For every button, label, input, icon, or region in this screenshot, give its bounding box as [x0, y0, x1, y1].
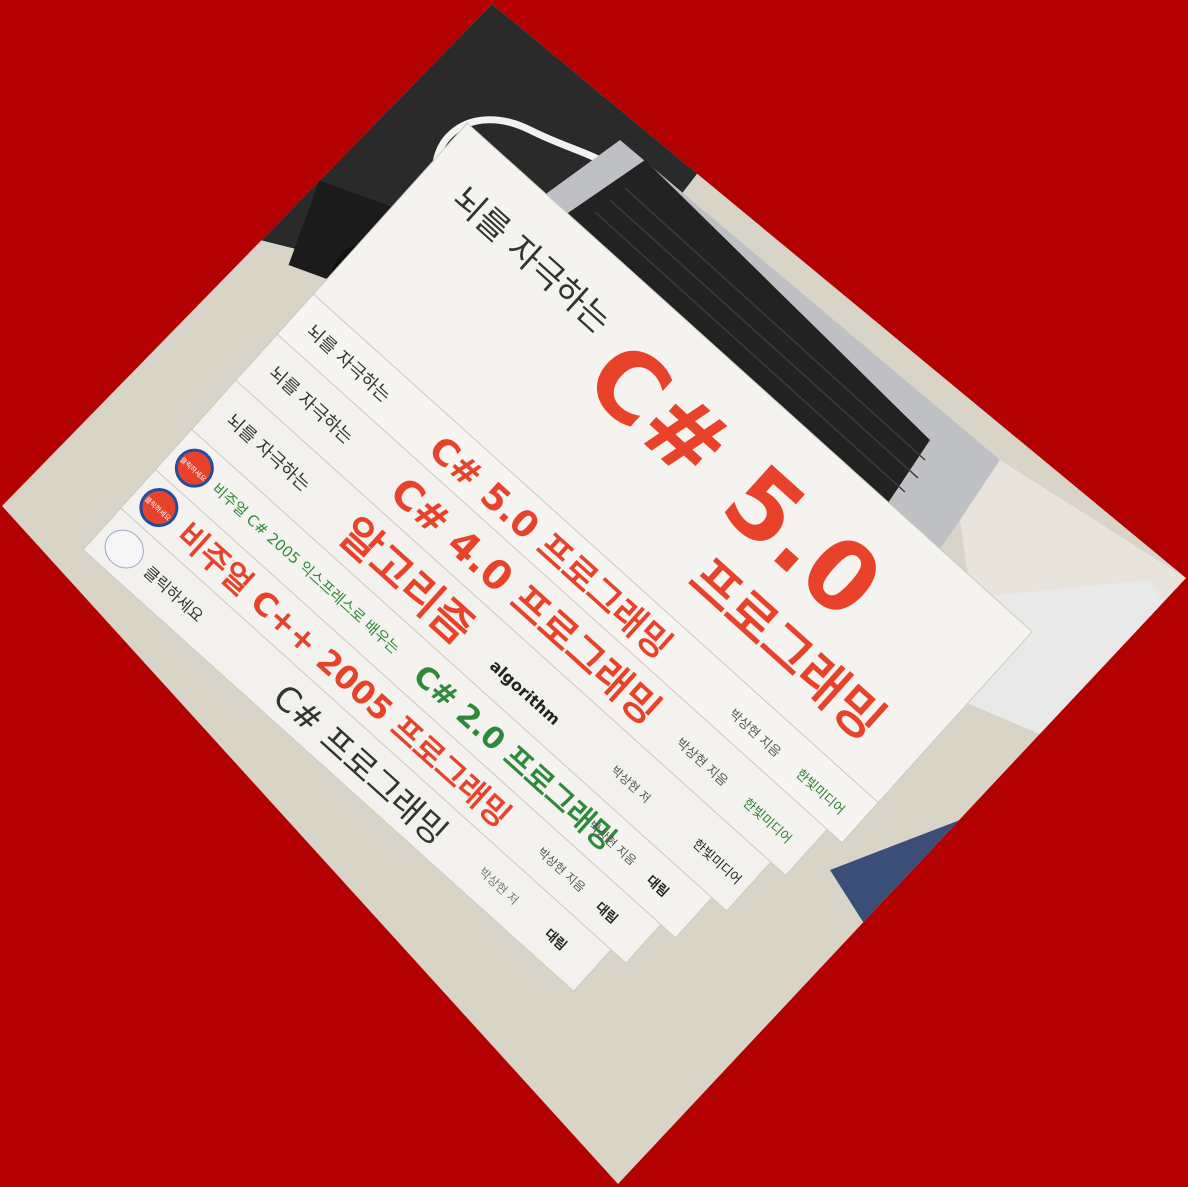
photo: 뇌를 자극하는 C# 5.0 프로그래밍 뇌를 자극하는 C# 5.0 프로그래… — [0, 0, 1188, 1187]
